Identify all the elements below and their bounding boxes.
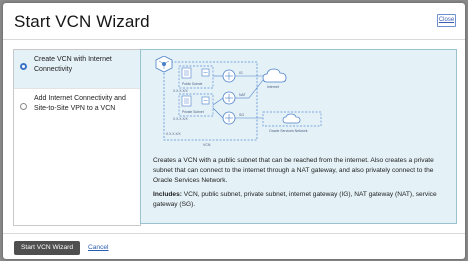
option-create-vcn-internet[interactable]: Create VCN with Internet Connectivity [14, 50, 140, 88]
osn-cloud-icon [282, 113, 301, 124]
option-detail-panel: Public Subnet Private Subnet X.X.X.X/X X… [140, 49, 457, 224]
close-button[interactable]: Close [437, 14, 456, 27]
wizard-options-list: Create VCN with Internet Connectivity Ad… [13, 49, 141, 226]
vcn-boundary [163, 61, 258, 141]
start-vcn-wizard-button[interactable]: Start VCN Wizard [14, 241, 80, 255]
private-server-icon [181, 95, 192, 107]
includes-text: Includes: VCN, public subnet, private su… [153, 190, 451, 210]
public-subnet-label: Public Subnet [182, 82, 202, 86]
dialog-title: Start VCN Wizard [14, 12, 150, 31]
service-gateway-icon [222, 111, 236, 125]
option-description: Creates a VCN with a public subnet that … [153, 157, 434, 184]
connector-line [212, 97, 224, 106]
includes-label: Includes: [153, 191, 182, 198]
vcn-hub-icon [155, 56, 173, 73]
internet-gateway-icon [222, 69, 236, 83]
nat-gateway-icon [222, 91, 236, 105]
cidr-label: X.X.X.X/X [166, 132, 181, 136]
public-server-icon [181, 67, 192, 79]
ig-label: IG [239, 71, 243, 75]
option-add-connectivity-vpn[interactable]: Add Internet Connectivity and Site-to-Si… [14, 88, 140, 130]
radio-add-connectivity-vpn[interactable] [20, 103, 27, 110]
internet-cloud-icon [262, 68, 287, 83]
header-divider [3, 39, 465, 40]
cidr-label: X.X.X.X/X [173, 89, 188, 93]
vcn-label: VCN [203, 143, 211, 147]
vcn-architecture-diagram: Public Subnet Private Subnet X.X.X.X/X X… [155, 56, 322, 147]
connector-line [212, 107, 224, 119]
cidr-label: X.X.X.X/X [173, 117, 188, 121]
nat-label: NAT [239, 93, 247, 97]
public-security-icon [201, 68, 210, 77]
connector-line [248, 79, 264, 99]
footer-divider [3, 233, 465, 234]
option-label: Create VCN with Internet Connectivity [34, 56, 112, 73]
includes-list: VCN, public subnet, private subnet, inte… [153, 191, 437, 208]
internet-label: Internet [267, 85, 279, 89]
osn-label: Oracle Services Network [269, 129, 308, 133]
sg-label: SG [239, 113, 244, 117]
private-security-icon [201, 96, 210, 105]
private-subnet-label: Private Subnet [182, 110, 204, 114]
option-label: Add Internet Connectivity and Site-to-Si… [34, 95, 126, 112]
vcn-wizard-dialog: Start VCN Wizard Close Create VCN with I… [3, 3, 465, 259]
radio-create-vcn-internet[interactable] [20, 63, 27, 70]
cancel-link[interactable]: Cancel [88, 241, 109, 255]
